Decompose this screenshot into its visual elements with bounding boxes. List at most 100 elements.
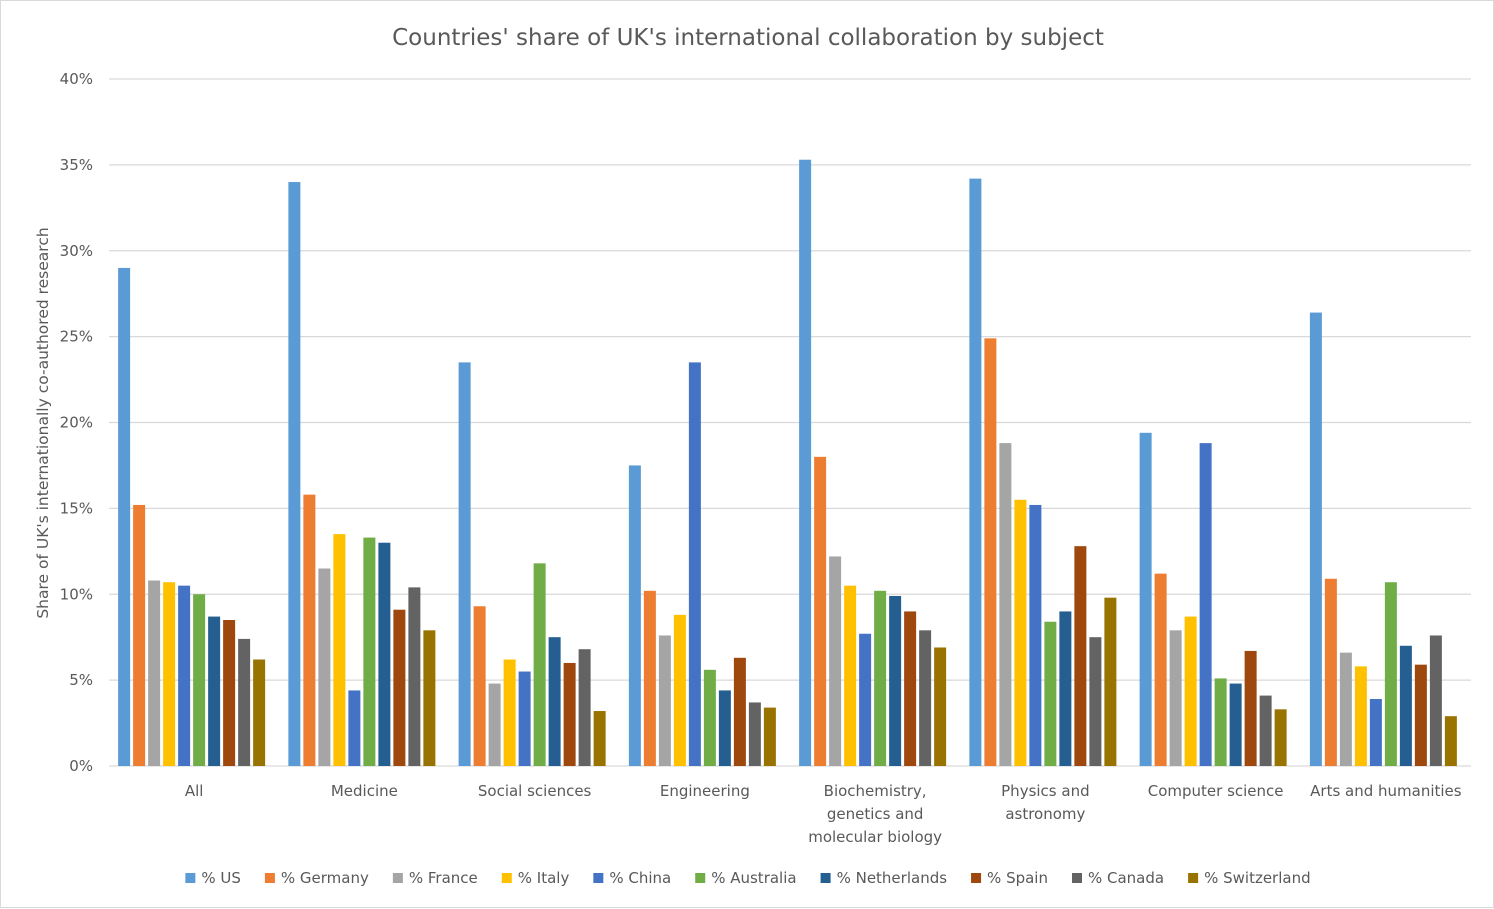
y-tick-label: 30% <box>60 242 93 260</box>
y-tick-label: 20% <box>60 414 93 432</box>
y-tick-label: 35% <box>60 156 93 174</box>
bar-group <box>288 182 436 767</box>
bar <box>733 657 746 766</box>
bar <box>673 614 686 766</box>
legend-swatch <box>185 873 196 883</box>
bar <box>393 609 406 766</box>
bar <box>718 690 731 766</box>
y-axis-label: Share of UK's internationally co-authore… <box>34 227 52 618</box>
bar <box>288 182 301 767</box>
legend-item: % Canada <box>1071 869 1164 887</box>
bar <box>1154 573 1167 766</box>
bar <box>1369 699 1382 766</box>
bar <box>814 456 827 766</box>
bar <box>799 159 812 766</box>
y-tick-label: 10% <box>60 585 93 603</box>
bar <box>518 671 531 766</box>
y-tick-label: 40% <box>60 70 93 88</box>
legend-item: % Australia <box>695 869 797 887</box>
bar <box>348 690 361 766</box>
y-tick-label: 5% <box>69 671 93 689</box>
bar <box>904 611 917 766</box>
bar <box>844 585 857 766</box>
bar <box>1199 443 1212 766</box>
bar <box>408 587 421 766</box>
x-category-label: All <box>185 782 204 800</box>
legend-swatch <box>501 873 512 883</box>
bar <box>919 630 932 766</box>
bar <box>363 537 376 766</box>
bar <box>1429 635 1442 766</box>
bar <box>1074 546 1087 766</box>
legend-item: % France <box>392 869 478 887</box>
bar <box>658 635 671 766</box>
bar <box>1169 630 1182 766</box>
bar <box>1029 504 1042 766</box>
bar <box>1044 621 1057 766</box>
legend: % US % Germany % France % Italy % China % Aus… <box>185 869 1311 887</box>
bar <box>969 178 982 767</box>
legend-label: % Netherlands <box>837 869 948 887</box>
bar <box>643 590 656 766</box>
x-category-label: Arts and humanities <box>1310 782 1462 800</box>
legend-label: % China <box>609 869 671 887</box>
legend-label: % Germany <box>281 869 369 887</box>
bar <box>1309 312 1322 766</box>
bar-group <box>118 267 266 766</box>
bar <box>458 362 471 766</box>
bar-group <box>1309 312 1457 766</box>
bar <box>178 585 191 766</box>
legend-item: % Italy <box>501 869 570 887</box>
legend-swatch <box>1188 873 1199 883</box>
bar <box>208 616 221 766</box>
bar <box>423 630 436 766</box>
bar <box>133 504 146 766</box>
legend-label: % Italy <box>518 869 570 887</box>
legend-swatch <box>820 873 831 883</box>
bar-chart: Countries' share of UK's international c… <box>34 25 1471 887</box>
bar <box>934 647 947 766</box>
legend-swatch <box>1071 873 1082 883</box>
legend-label: % Switzerland <box>1204 869 1311 887</box>
bar <box>303 494 316 766</box>
bar <box>223 620 236 766</box>
bar <box>533 563 546 766</box>
legend-label: % Australia <box>711 869 796 887</box>
legend-item: % Switzerland <box>1188 869 1311 887</box>
legend-swatch <box>264 873 275 883</box>
legend-swatch <box>392 873 403 883</box>
bar <box>118 267 131 766</box>
bar <box>1184 616 1197 766</box>
legend-item: % China <box>593 869 671 887</box>
bar <box>703 669 716 766</box>
bar <box>1354 666 1367 766</box>
bar <box>1244 650 1257 766</box>
bar <box>829 556 842 766</box>
y-tick-label: 15% <box>60 499 93 517</box>
bar <box>1324 578 1337 766</box>
x-category-label: Social sciences <box>478 782 592 800</box>
legend-swatch <box>971 873 982 883</box>
bar <box>318 568 331 766</box>
bar <box>1274 709 1287 766</box>
legend-label: % Spain <box>987 869 1048 887</box>
bar-group <box>1139 432 1287 766</box>
bar <box>163 582 176 766</box>
bar <box>1014 499 1027 766</box>
legend-label: % Canada <box>1088 869 1164 887</box>
bar <box>253 659 266 766</box>
bar <box>548 637 561 766</box>
legend-label: % US <box>201 869 241 887</box>
bar <box>238 638 251 766</box>
bar <box>148 580 161 766</box>
bar <box>563 662 576 766</box>
x-category-label: Biochemistry, genetics and molecular biolo… <box>808 782 942 846</box>
bar <box>193 594 206 766</box>
bar <box>473 606 486 766</box>
legend-swatch <box>695 873 706 883</box>
bar <box>1214 678 1227 766</box>
x-category-label: Computer science <box>1148 782 1284 800</box>
legend-item: % Spain <box>971 869 1048 887</box>
bar <box>1059 611 1072 766</box>
bar <box>748 702 761 766</box>
